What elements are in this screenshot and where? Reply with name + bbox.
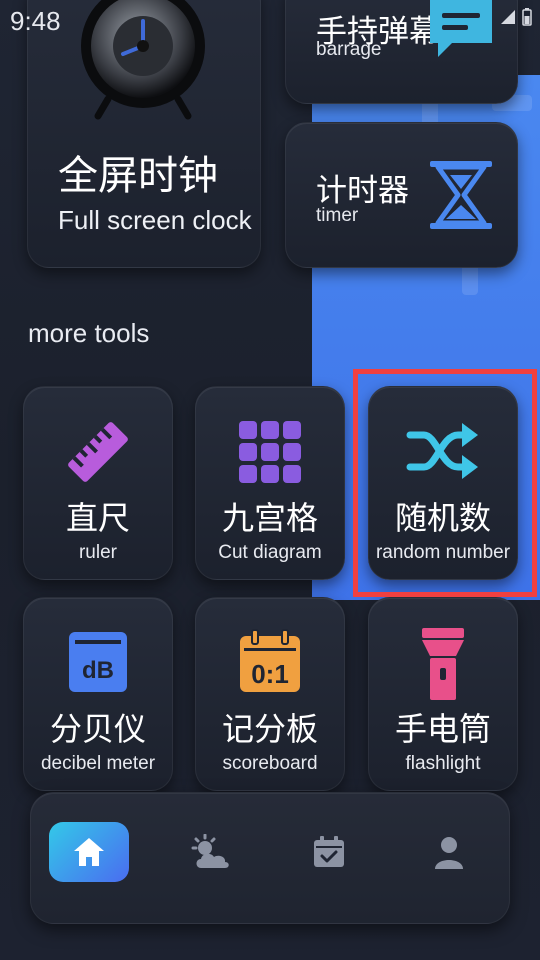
tool-subtitle: Cut diagram xyxy=(218,542,322,563)
bottom-nav xyxy=(30,792,510,924)
nav-calendar[interactable] xyxy=(289,822,369,882)
grid-icon xyxy=(239,421,301,483)
nav-profile[interactable] xyxy=(409,822,489,882)
tool-tile-scoreboard[interactable]: 0:1 记分板 scoreboard xyxy=(195,597,345,791)
tool-tile-ruler[interactable]: 直尺 ruler xyxy=(23,386,173,580)
signal-icon xyxy=(501,10,515,24)
battery-icon xyxy=(522,8,532,26)
weather-icon xyxy=(191,834,229,868)
status-time: 9:48 xyxy=(10,6,61,36)
calendar-check-icon xyxy=(314,836,344,867)
tool-tile-decibel-meter[interactable]: dB 分贝仪 decibel meter xyxy=(23,597,173,791)
tool-title: 记分板 xyxy=(221,711,318,747)
decibel-icon: dB xyxy=(69,632,127,692)
tool-subtitle: scoreboard xyxy=(222,753,318,774)
timer-card[interactable]: 计时器 timer xyxy=(285,122,518,268)
tool-tile-cut-diagram[interactable]: 九宫格 Cut diagram xyxy=(195,386,345,580)
nav-weather[interactable] xyxy=(171,822,251,882)
tool-title: 分贝仪 xyxy=(49,711,146,747)
ruler-icon xyxy=(68,422,128,482)
home-icon xyxy=(74,838,104,866)
tool-title: 手电筒 xyxy=(394,711,491,747)
tool-title: 九宫格 xyxy=(221,500,318,536)
timer-title: 计时器 xyxy=(316,173,409,208)
tool-subtitle: ruler xyxy=(78,542,117,563)
status-icons xyxy=(500,8,532,26)
hourglass-icon xyxy=(430,161,492,229)
status-bar: 9:48 xyxy=(0,0,540,40)
svg-text:dB: dB xyxy=(82,657,114,684)
timer-subtitle: timer xyxy=(316,205,359,226)
full-screen-clock-card[interactable]: 全屏时钟 Full screen clock xyxy=(27,0,261,268)
nav-home[interactable] xyxy=(49,822,129,882)
tool-title: 直尺 xyxy=(65,500,130,536)
tool-tile-flashlight[interactable]: 手电筒 flashlight xyxy=(368,597,518,791)
clock-title: 全屏时钟 xyxy=(58,154,218,198)
svg-text:0:1: 0:1 xyxy=(251,659,289,689)
tool-subtitle: flashlight xyxy=(405,753,481,774)
selection-highlight xyxy=(353,369,537,597)
scoreboard-icon: 0:1 xyxy=(240,629,300,692)
clock-subtitle: Full screen clock xyxy=(58,205,252,235)
more-tools-heading: more tools xyxy=(28,318,150,348)
barrage-subtitle: barrage xyxy=(316,39,382,60)
profile-icon xyxy=(435,837,463,869)
tool-subtitle: decibel meter xyxy=(40,753,156,774)
flashlight-icon xyxy=(422,628,464,700)
